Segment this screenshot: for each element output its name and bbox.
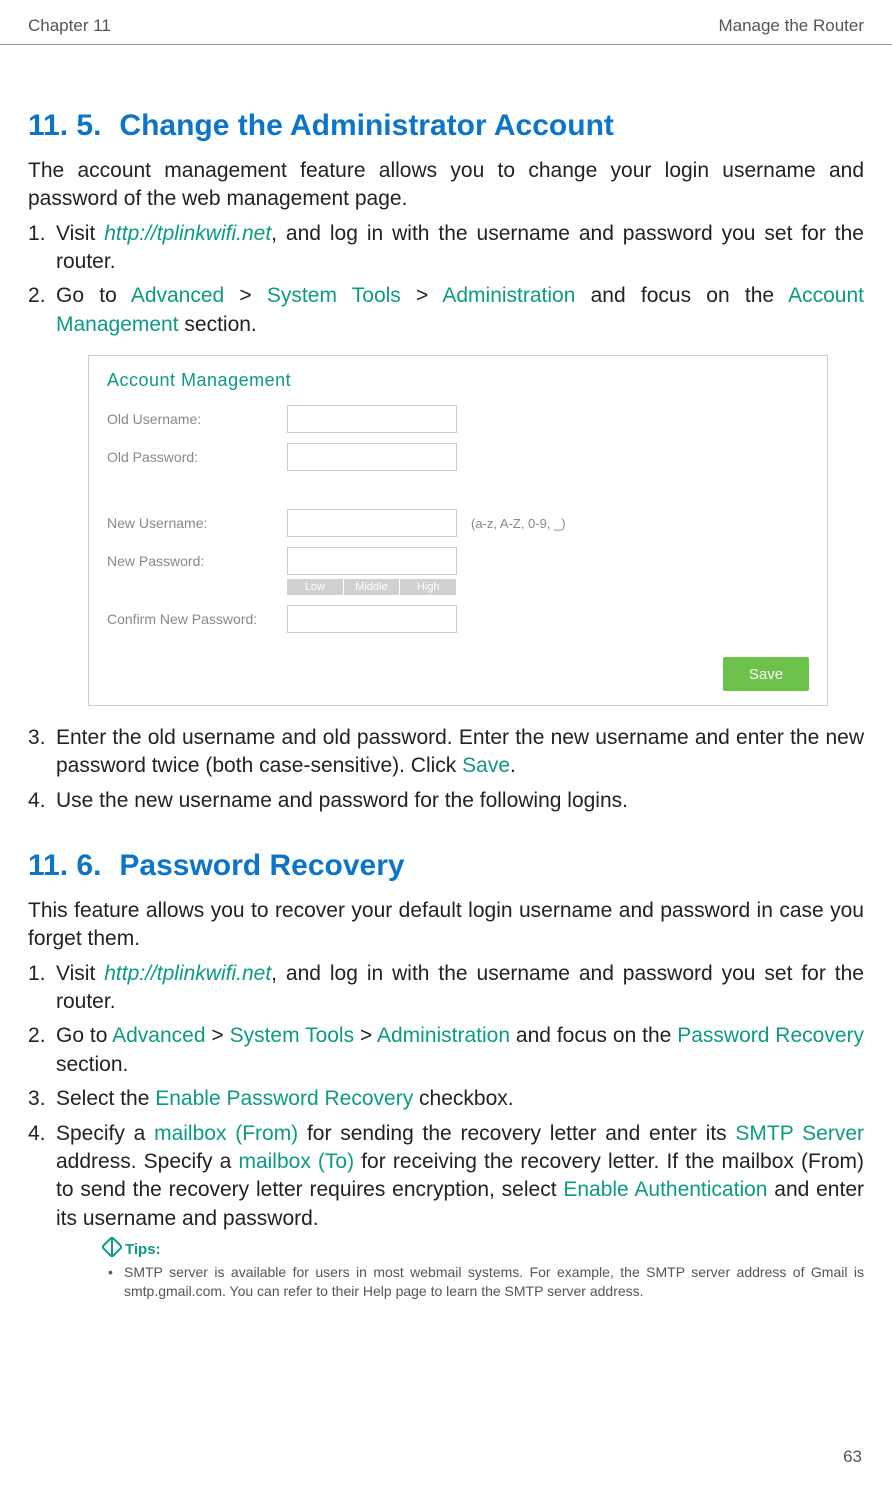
step-4: Specify a mailbox (From) for sending the… xyxy=(28,1120,864,1301)
mailbox-to-term: mailbox (To) xyxy=(238,1150,354,1173)
nav-administration: Administration xyxy=(377,1024,510,1047)
label-old-password: Old Password: xyxy=(107,449,287,465)
label-new-password: New Password: xyxy=(107,553,287,569)
step-3: Select the Enable Password Recovery chec… xyxy=(28,1085,864,1113)
section-number: 11. 6. xyxy=(28,849,101,882)
account-management-screenshot: Account Management Old Username: Old Pas… xyxy=(88,355,828,706)
nav-password-recovery: Password Recovery xyxy=(677,1024,864,1047)
section-heading-11-6: 11. 6. Password Recovery xyxy=(28,849,864,883)
hint-new-username: (a-z, A-Z, 0-9, _) xyxy=(471,516,566,531)
enable-password-recovery-term: Enable Password Recovery xyxy=(155,1087,413,1110)
page-header: Chapter 11 Manage the Router xyxy=(0,0,892,45)
row-old-username: Old Username: xyxy=(107,405,809,433)
smtp-server-term: SMTP Server xyxy=(735,1122,864,1145)
strength-high: High xyxy=(400,579,457,595)
input-old-password[interactable] xyxy=(287,443,457,471)
nav-system-tools: System Tools xyxy=(267,284,401,307)
nav-administration: Administration xyxy=(442,284,575,307)
step-2: Go to Advanced > System Tools > Administ… xyxy=(28,282,864,339)
save-button[interactable]: Save xyxy=(723,657,809,691)
password-strength-bar: Low Middle High xyxy=(287,579,457,595)
section-heading-11-5: 11. 5. Change the Administrator Account xyxy=(28,109,864,143)
nav-advanced: Advanced xyxy=(131,284,224,307)
step-2: Go to Advanced > System Tools > Administ… xyxy=(28,1022,864,1079)
section-title: Password Recovery xyxy=(119,849,404,882)
nav-system-tools: System Tools xyxy=(230,1024,355,1047)
header-title: Manage the Router xyxy=(718,16,864,36)
row-new-password: New Password: xyxy=(107,547,809,575)
step-3: Enter the old username and old password.… xyxy=(28,724,864,781)
tip-item: SMTP server is available for users in mo… xyxy=(104,1263,864,1301)
steps-list-11-5: Visit http://tplinkwifi.net, and log in … xyxy=(28,220,864,339)
strength-middle: Middle xyxy=(344,579,401,595)
row-new-username: New Username: (a-z, A-Z, 0-9, _) xyxy=(107,509,809,537)
tplink-url: http://tplinkwifi.net xyxy=(104,222,271,245)
step-1: Visit http://tplinkwifi.net, and log in … xyxy=(28,220,864,277)
tips-list: SMTP server is available for users in mo… xyxy=(104,1263,864,1301)
label-old-username: Old Username: xyxy=(107,411,287,427)
mailbox-from-term: mailbox (From) xyxy=(154,1122,298,1145)
steps-list-11-5-cont: Enter the old username and old password.… xyxy=(28,724,864,815)
header-chapter: Chapter 11 xyxy=(28,16,111,36)
panel-title: Account Management xyxy=(107,370,809,391)
section-intro: The account management feature allows yo… xyxy=(28,157,864,214)
input-new-username[interactable] xyxy=(287,509,457,537)
label-new-username: New Username: xyxy=(107,515,287,531)
strength-low: Low xyxy=(287,579,344,595)
step-4: Use the new username and password for th… xyxy=(28,787,864,815)
step-1: Visit http://tplinkwifi.net, and log in … xyxy=(28,960,864,1017)
input-old-username[interactable] xyxy=(287,405,457,433)
tips-heading: Tips: xyxy=(104,1239,864,1260)
page-number: 63 xyxy=(843,1447,862,1467)
input-new-password[interactable] xyxy=(287,547,457,575)
section-intro: This feature allows you to recover your … xyxy=(28,897,864,954)
page-content: 11. 5. Change the Administrator Account T… xyxy=(0,45,892,1301)
tplink-url: http://tplinkwifi.net xyxy=(104,962,271,985)
nav-advanced: Advanced xyxy=(112,1024,205,1047)
input-confirm-password[interactable] xyxy=(287,605,457,633)
label-confirm-password: Confirm New Password: xyxy=(107,611,287,627)
steps-list-11-6: Visit http://tplinkwifi.net, and log in … xyxy=(28,960,864,1301)
enable-authentication-term: Enable Authentication xyxy=(563,1178,767,1201)
section-title: Change the Administrator Account xyxy=(119,109,613,142)
row-confirm-password: Confirm New Password: xyxy=(107,605,809,633)
row-old-password: Old Password: xyxy=(107,443,809,471)
tips-block: Tips: SMTP server is available for users… xyxy=(104,1239,864,1301)
section-number: 11. 5. xyxy=(28,109,101,142)
save-term: Save xyxy=(462,754,510,777)
